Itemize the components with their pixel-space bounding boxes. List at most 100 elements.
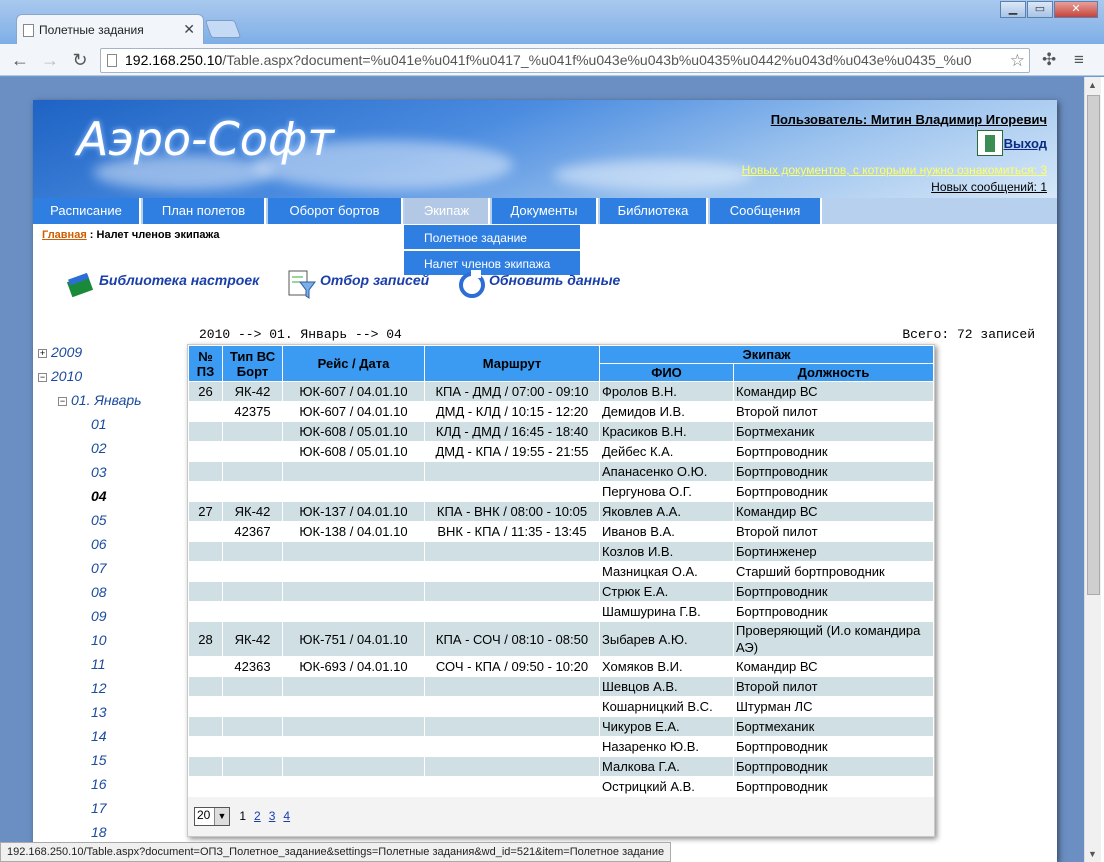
table-row[interactable]: Кошарницкий В.С. Штурман ЛС bbox=[188, 696, 934, 717]
new-messages-link[interactable]: Новых сообщений: 1 bbox=[931, 180, 1047, 194]
extension-puzzle-icon[interactable]: ✣ bbox=[1042, 50, 1056, 70]
minimize-button[interactable]: ▁ bbox=[1000, 1, 1026, 18]
table-row[interactable]: Шамшурина Г.В. Бортпроводник bbox=[188, 601, 934, 622]
reload-icon[interactable]: ↻ bbox=[70, 50, 90, 71]
table-row[interactable]: Стрюк Е.А. Бортпроводник bbox=[188, 581, 934, 602]
menu-schedule[interactable]: Расписание bbox=[33, 198, 141, 224]
menu-aircraft-turnover[interactable]: Оборот бортов bbox=[268, 198, 403, 224]
cell-flight: ЮК-138 / 04.01.10 bbox=[282, 521, 425, 542]
table-row[interactable]: 26 ЯК-42 ЮК-607 / 04.01.10 КПА - ДМД / 07:0… bbox=[188, 381, 934, 402]
table-row[interactable]: 28 ЯК-42 ЮК-751 / 04.01.10 КПА - СОЧ / 08:1… bbox=[188, 621, 934, 657]
table-row[interactable]: ЮК-608 / 05.01.10 КЛД - ДМД / 16:45 - 18:… bbox=[188, 421, 934, 442]
tree-day-03[interactable]: 03 bbox=[91, 464, 107, 480]
menu-crew[interactable]: Экипаж bbox=[405, 198, 490, 224]
tree-day-18[interactable]: 18 bbox=[91, 824, 107, 840]
filter-path: 2010 --> 01. Январь --> 04 bbox=[199, 327, 402, 342]
browser-tab[interactable]: Полетные задания ✕ bbox=[16, 14, 204, 44]
refresh-data-link[interactable]: Обновить данные bbox=[489, 272, 620, 288]
close-window-button[interactable]: ✕ bbox=[1054, 1, 1098, 18]
new-documents-link[interactable]: Новых документов, с которыми нужно ознак… bbox=[742, 163, 1047, 177]
exit-link[interactable]: Выход bbox=[1004, 136, 1047, 151]
menu-documents[interactable]: Документы bbox=[492, 198, 598, 224]
page-link-3[interactable]: 3 bbox=[269, 809, 276, 823]
table-row[interactable]: Назаренко Ю.В. Бортпроводник bbox=[188, 736, 934, 757]
col-num[interactable]: № ПЗ bbox=[188, 345, 223, 382]
table-row[interactable]: Мазницкая О.А. Старший бортпроводник bbox=[188, 561, 934, 582]
tree-day-07[interactable]: 07 bbox=[91, 560, 107, 576]
tree-day-14[interactable]: 14 bbox=[91, 728, 107, 744]
tree-day-11[interactable]: 11 bbox=[91, 656, 106, 672]
forward-icon[interactable]: → bbox=[40, 50, 60, 71]
table-row[interactable]: ЮК-608 / 05.01.10 ДМД - КПА / 19:55 - 21:… bbox=[188, 441, 934, 462]
scroll-thumb[interactable] bbox=[1087, 95, 1100, 595]
table-row[interactable]: Малкова Г.А. Бортпроводник bbox=[188, 756, 934, 777]
refresh-icon[interactable] bbox=[457, 268, 487, 300]
table-row[interactable]: 27 ЯК-42 ЮК-137 / 04.01.10 КПА - ВНК / 08:0… bbox=[188, 501, 934, 522]
tree-day-08[interactable]: 08 bbox=[91, 584, 107, 600]
page-link-2[interactable]: 2 bbox=[254, 809, 261, 823]
table-row[interactable]: Пергунова О.Г. Бортпроводник bbox=[188, 481, 934, 502]
page-scrollbar[interactable]: ▲ ▼ bbox=[1084, 77, 1101, 862]
user-link[interactable]: Пользователь: Митин Владимир Игоревич bbox=[771, 112, 1047, 127]
tree-day-09[interactable]: 09 bbox=[91, 608, 107, 624]
tree-day-17[interactable]: 17 bbox=[91, 800, 107, 816]
tree-day-13[interactable]: 13 bbox=[91, 704, 107, 720]
table-row[interactable]: 42367 ЮК-138 / 04.01.10 ВНК - КПА / 11:35 … bbox=[188, 521, 934, 542]
menu-library[interactable]: Библиотека bbox=[600, 198, 708, 224]
expand-icon[interactable]: + bbox=[38, 349, 47, 358]
cell-fio: Иванов В.А. bbox=[599, 521, 734, 542]
address-bar[interactable]: 192.168.250.10/Table.aspx?document=%u041… bbox=[100, 48, 1030, 73]
breadcrumb-home[interactable]: Главная bbox=[42, 229, 87, 241]
tree-day-05[interactable]: 05 bbox=[91, 512, 107, 528]
table-row[interactable]: Острицкий А.В. Бортпроводник bbox=[188, 776, 934, 797]
cell-route: КПА - СОЧ / 08:10 - 08:50 bbox=[424, 621, 600, 657]
tree-day-15[interactable]: 15 bbox=[91, 752, 107, 768]
tree-year-2010[interactable]: −2010 bbox=[38, 368, 82, 384]
close-tab-icon[interactable]: ✕ bbox=[183, 21, 195, 38]
submenu-flight-task[interactable]: Полетное задание bbox=[404, 225, 580, 251]
menu-flight-plan[interactable]: План полетов bbox=[143, 198, 266, 224]
book-icon[interactable] bbox=[65, 268, 95, 300]
settings-library-link[interactable]: Библиотека настроек bbox=[99, 272, 259, 288]
col-fio[interactable]: ФИО bbox=[599, 363, 734, 382]
cell-fio: Дейбес К.А. bbox=[599, 441, 734, 462]
table-row[interactable]: Чикуров Е.А. Бортмеханик bbox=[188, 716, 934, 737]
scroll-up-icon[interactable]: ▲ bbox=[1088, 80, 1097, 90]
filter-funnel-icon[interactable] bbox=[286, 268, 316, 300]
new-tab-button[interactable] bbox=[204, 20, 242, 38]
tree-day-06[interactable]: 06 bbox=[91, 536, 107, 552]
table-row[interactable]: Шевцов А.В. Второй пилот bbox=[188, 676, 934, 697]
col-route[interactable]: Маршрут bbox=[424, 345, 600, 382]
page-link-4[interactable]: 4 bbox=[283, 809, 290, 823]
filter-records-link[interactable]: Отбор записей bbox=[320, 272, 429, 288]
bookmark-star-icon[interactable]: ☆ bbox=[1010, 49, 1025, 72]
tree-day-01[interactable]: 01 bbox=[91, 416, 107, 432]
cell-flight bbox=[282, 581, 425, 602]
tree-day-02[interactable]: 02 bbox=[91, 440, 107, 456]
cell-num bbox=[188, 481, 223, 502]
tree-day-16[interactable]: 16 bbox=[91, 776, 107, 792]
scroll-down-icon[interactable]: ▼ bbox=[1088, 849, 1097, 859]
table-row[interactable]: 42363 ЮК-693 / 04.01.10 СОЧ - КПА / 09:50 … bbox=[188, 656, 934, 677]
tree-day-04[interactable]: 04 bbox=[91, 488, 107, 504]
col-position[interactable]: Должность bbox=[733, 363, 934, 382]
exit-door-icon[interactable] bbox=[977, 130, 1003, 156]
tree-month-january[interactable]: −01. Январь bbox=[58, 392, 142, 408]
cell-route bbox=[424, 696, 600, 717]
tree-day-12[interactable]: 12 bbox=[91, 680, 107, 696]
page-size-select[interactable]: 20 bbox=[194, 807, 230, 826]
col-flight[interactable]: Рейс / Дата bbox=[282, 345, 425, 382]
cell-aircraft bbox=[222, 541, 283, 562]
table-row[interactable]: 42375 ЮК-607 / 04.01.10 ДМД - КЛД / 10:15 … bbox=[188, 401, 934, 422]
tree-year-2009[interactable]: +2009 bbox=[38, 344, 82, 360]
menu-messages[interactable]: Сообщения bbox=[710, 198, 822, 224]
table-row[interactable]: Апанасенко О.Ю. Бортпроводник bbox=[188, 461, 934, 482]
tree-day-10[interactable]: 10 bbox=[91, 632, 107, 648]
col-aircraft[interactable]: Тип ВС Борт bbox=[222, 345, 283, 382]
menu-icon[interactable]: ≡ bbox=[1074, 50, 1084, 70]
collapse-icon[interactable]: − bbox=[58, 397, 67, 406]
collapse-icon[interactable]: − bbox=[38, 373, 47, 382]
maximize-button[interactable]: ▭ bbox=[1027, 1, 1053, 18]
back-icon[interactable]: ← bbox=[10, 50, 30, 71]
table-row[interactable]: Козлов И.В. Бортинженер bbox=[188, 541, 934, 562]
